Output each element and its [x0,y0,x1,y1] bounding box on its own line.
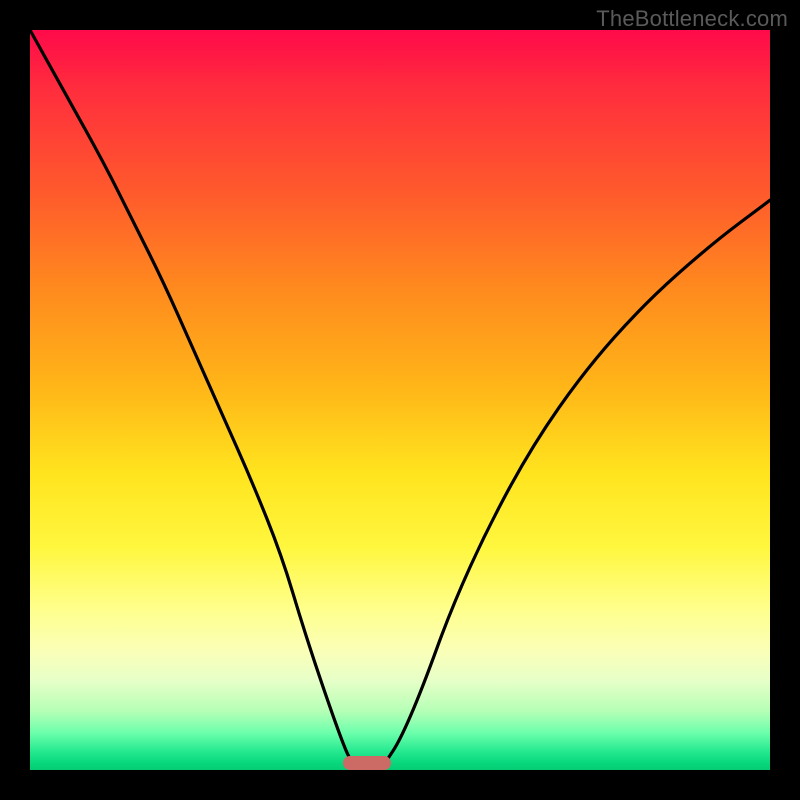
watermark-text: TheBottleneck.com [596,6,788,32]
plot-area [30,30,770,770]
curves-layer [30,30,770,770]
right-curve [385,200,770,762]
left-curve [30,30,352,763]
chart-container: TheBottleneck.com [0,0,800,800]
bottleneck-indicator [343,756,391,770]
